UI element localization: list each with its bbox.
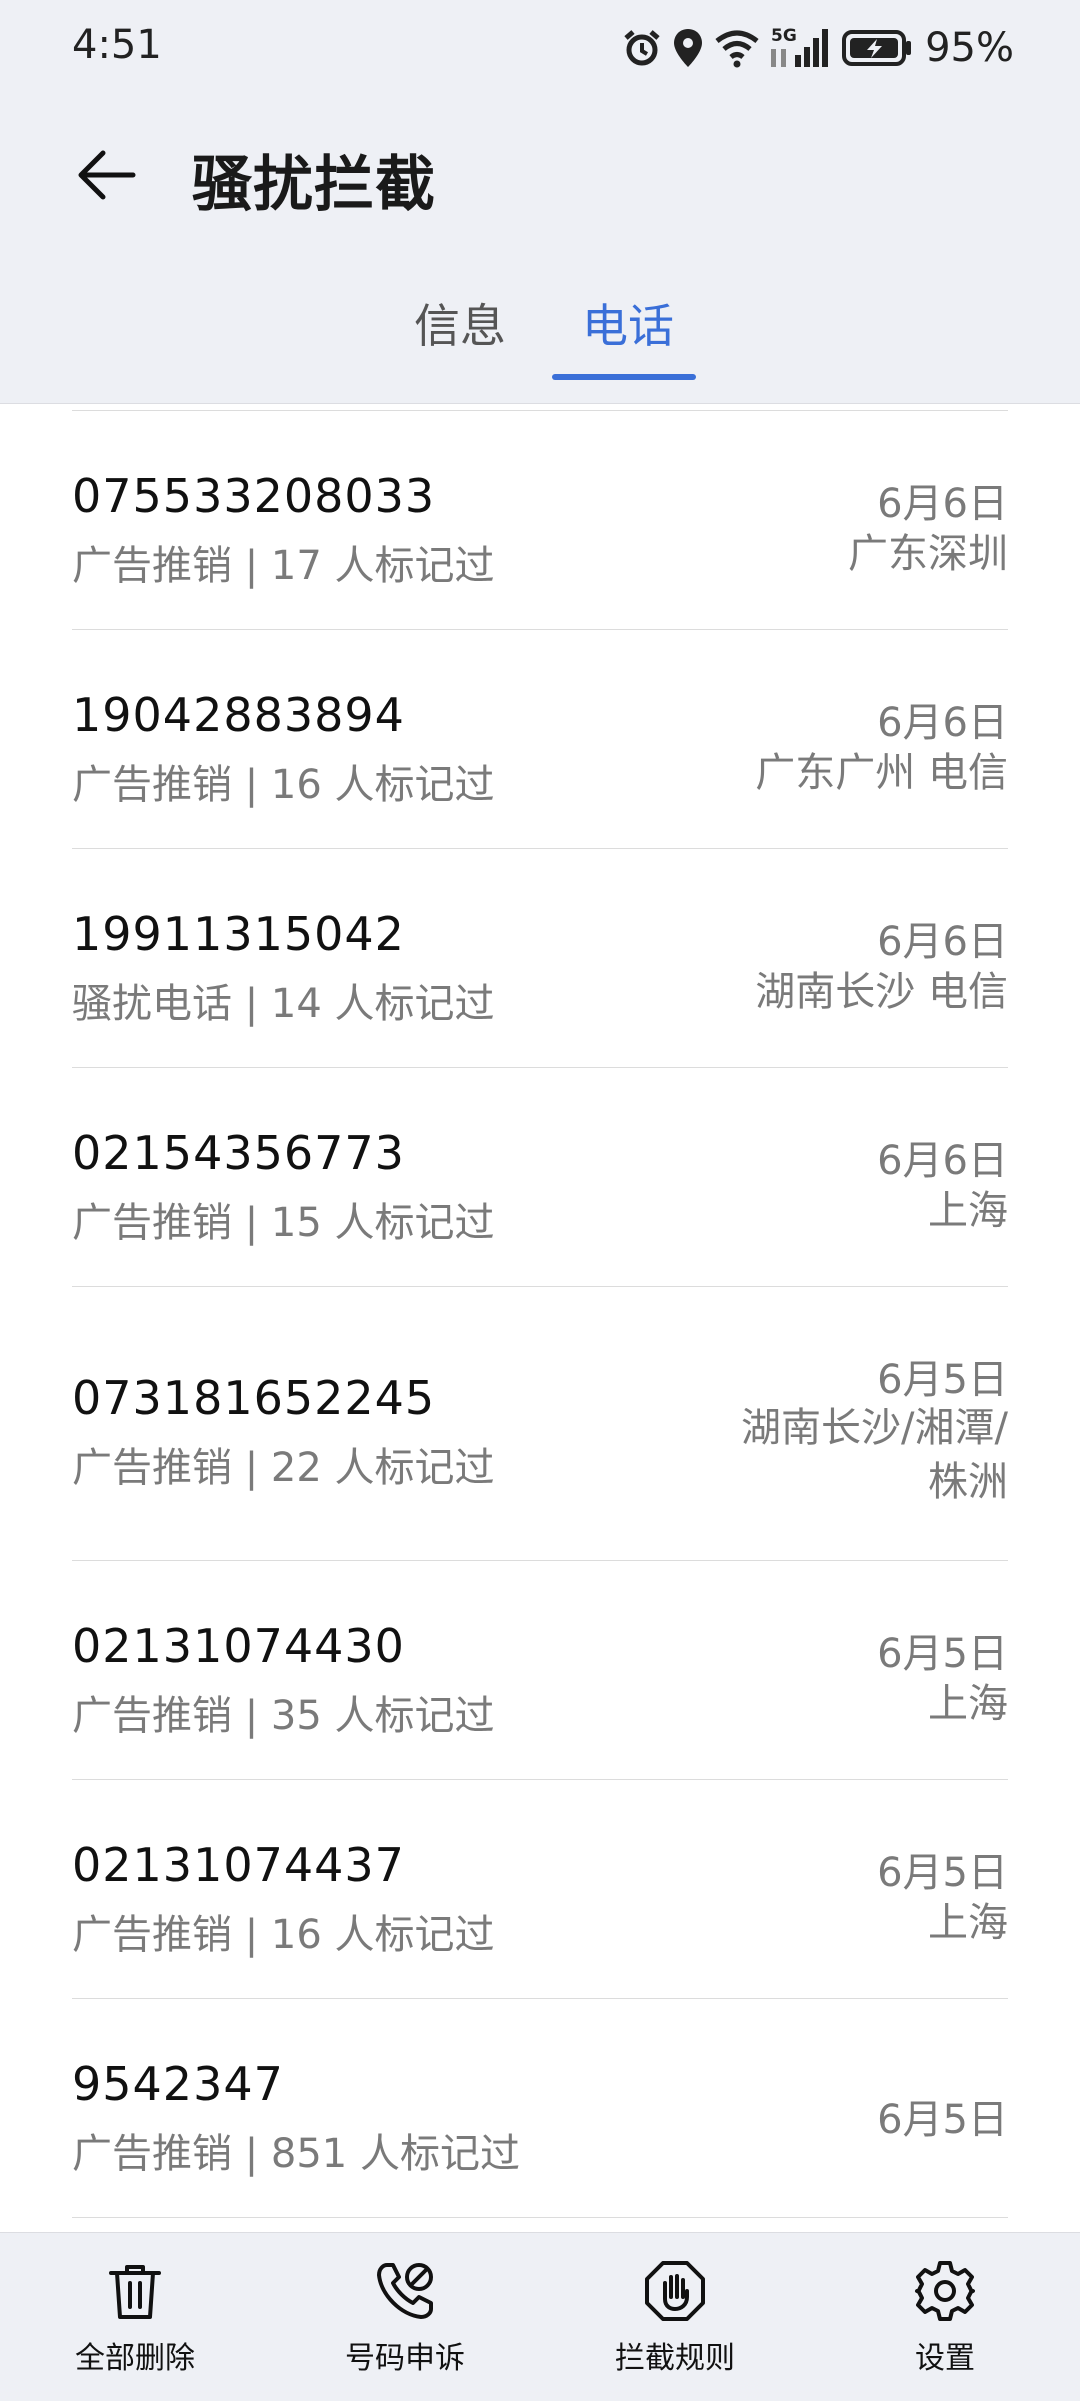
arrow-left-icon — [78, 150, 136, 200]
bottom-action-bar: 全部删除 号码申诉 拦截规则 设置 — [0, 2232, 1080, 2401]
back-button[interactable] — [72, 140, 142, 210]
page-title: 骚扰拦截 — [192, 150, 436, 220]
trash-icon — [109, 2265, 161, 2319]
nav-label: 全部删除 — [75, 2341, 195, 2376]
call-location: 上海 — [928, 1681, 1008, 1727]
call-date: 6月5日 — [877, 1631, 1008, 1677]
list-item[interactable]: 02131074430 广告推销 | 35 人标记过 6月5日 上海 — [72, 1561, 1008, 1780]
list-item[interactable]: 9542347 广告推销 | 851 人标记过 6月5日 — [72, 1999, 1008, 2218]
list-item[interactable]: 19042883894 广告推销 | 16 人标记过 6月6日 广东广州 电信 — [72, 630, 1008, 849]
gear-icon — [915, 2261, 975, 2321]
tab-calls[interactable]: 电话 — [578, 290, 678, 356]
call-date: 6月6日 — [877, 919, 1008, 965]
call-description: 广告推销 | 16 人标记过 — [72, 762, 495, 808]
tab-messages[interactable]: 信息 — [410, 290, 510, 356]
wifi-icon — [715, 30, 759, 68]
tab-active-indicator — [552, 374, 696, 380]
location-icon — [674, 29, 703, 67]
call-location: 湖南长沙/湘潭/株洲 — [741, 1405, 1008, 1505]
alarm-icon — [624, 30, 660, 66]
list-item[interactable]: 02131074437 广告推销 | 16 人标记过 6月5日 上海 — [72, 1780, 1008, 1999]
battery-percent: 95% — [925, 25, 1014, 71]
call-location: 湖南长沙 电信 — [755, 969, 1008, 1015]
status-time: 4:51 — [72, 22, 162, 68]
call-date: 6月5日 — [877, 1850, 1008, 1896]
phone-number: 075533208033 — [72, 469, 436, 523]
signal-5g-icon: 5G — [771, 26, 829, 67]
status-bar: 4:51 5G 95% — [0, 0, 1080, 100]
call-location: 广东广州 电信 — [755, 750, 1008, 796]
list-item[interactable]: 075533208033 广告推销 | 17 人标记过 6月6日 广东深圳 — [72, 411, 1008, 630]
number-appeal-button[interactable]: 号码申诉 — [305, 2259, 505, 2389]
nav-label: 号码申诉 — [345, 2341, 465, 2376]
block-rules-button[interactable]: 拦截规则 — [575, 2259, 775, 2389]
call-date: 6月5日 — [877, 1357, 1008, 1403]
toolbar: 骚扰拦截 — [0, 120, 1080, 230]
settings-button[interactable]: 设置 — [845, 2259, 1045, 2389]
list-item[interactable]: 073181652245 广告推销 | 22 人标记过 6月5日 湖南长沙/湘潭… — [72, 1287, 1008, 1561]
header: 4:51 5G 95% 骚扰拦截 信息 电话 — [0, 0, 1080, 404]
hand-stop-icon — [645, 2261, 705, 2321]
delete-all-button[interactable]: 全部删除 — [35, 2259, 235, 2389]
phone-number: 19042883894 — [72, 688, 405, 742]
phone-appeal-icon — [377, 2263, 433, 2319]
call-description: 广告推销 | 22 人标记过 — [72, 1445, 495, 1491]
call-date: 6月5日 — [877, 2097, 1008, 2143]
call-description: 广告推销 | 851 人标记过 — [72, 2131, 520, 2177]
call-description: 广告推销 | 16 人标记过 — [72, 1912, 495, 1958]
svg-text:5G: 5G — [771, 26, 797, 46]
list-item[interactable]: 02154356773 广告推销 | 15 人标记过 6月6日 上海 — [72, 1068, 1008, 1287]
phone-number: 02131074430 — [72, 1619, 405, 1673]
call-description: 骚扰电话 | 14 人标记过 — [72, 981, 495, 1027]
call-location: 上海 — [928, 1188, 1008, 1234]
phone-number: 02154356773 — [72, 1126, 405, 1180]
phone-number: 9542347 — [72, 2057, 284, 2111]
call-description: 广告推销 | 15 人标记过 — [72, 1200, 495, 1246]
call-date: 6月6日 — [877, 1138, 1008, 1184]
call-description: 广告推销 | 17 人标记过 — [72, 543, 495, 589]
phone-number: 19911315042 — [72, 907, 405, 961]
call-date: 6月6日 — [877, 481, 1008, 527]
nav-label: 设置 — [915, 2341, 975, 2376]
phone-number: 02131074437 — [72, 1838, 405, 1892]
tab-bar: 信息 电话 — [0, 290, 1080, 390]
phone-number: 073181652245 — [72, 1371, 436, 1425]
nav-label: 拦截规则 — [615, 2341, 735, 2376]
status-icons: 5G 95% — [621, 20, 1014, 76]
call-date: 6月6日 — [877, 700, 1008, 746]
call-location: 广东深圳 — [848, 531, 1008, 577]
call-description: 广告推销 | 35 人标记过 — [72, 1693, 495, 1739]
battery-charging-icon — [842, 30, 912, 66]
call-location: 上海 — [928, 1900, 1008, 1946]
list-item[interactable]: 19911315042 骚扰电话 | 14 人标记过 6月6日 湖南长沙 电信 — [72, 849, 1008, 1068]
